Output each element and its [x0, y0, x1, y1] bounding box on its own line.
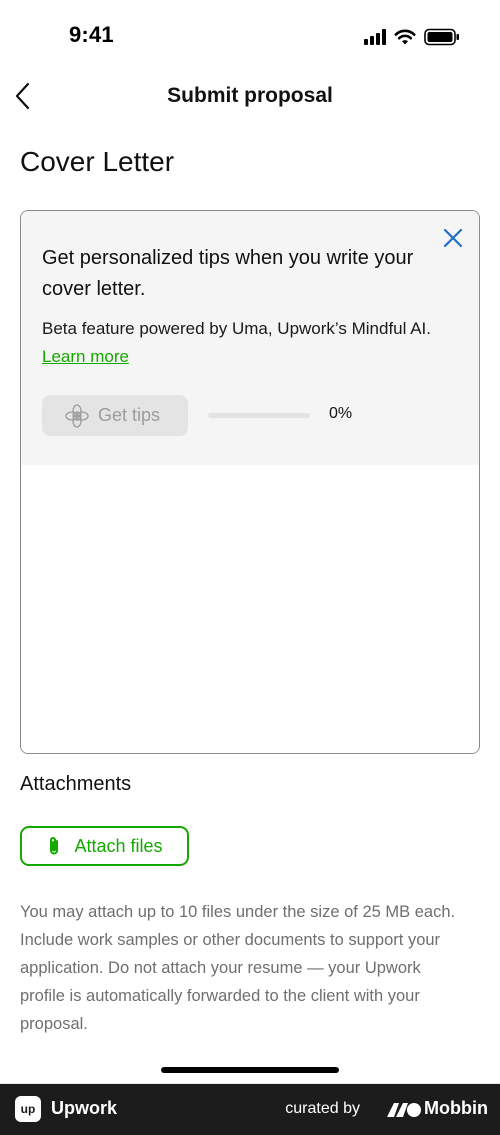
status-bar: 9:41 [0, 0, 500, 70]
tips-close-button[interactable] [441, 226, 465, 250]
sparkle-flower-icon [65, 403, 89, 428]
get-tips-button[interactable]: Get tips [42, 395, 188, 436]
tips-progress-label: 0% [329, 405, 353, 422]
attachments-heading: Attachments [20, 773, 132, 795]
tips-description-text: Beta feature powered by Uma, Upwork’s Mi… [42, 319, 431, 338]
cover-letter-heading: Cover Letter [20, 146, 175, 177]
battery-icon [424, 28, 459, 46]
close-icon [443, 228, 463, 248]
get-tips-label: Get tips [98, 405, 161, 425]
home-indicator [161, 1067, 339, 1073]
cover-letter-input[interactable] [21, 465, 479, 753]
tips-description: Beta feature powered by Uma, Upwork’s Mi… [42, 315, 442, 371]
mobbin-logo-icon [387, 1103, 421, 1117]
attachments-note: You may attach up to 10 files under the … [20, 903, 456, 1033]
attach-files-button[interactable]: Attach files [20, 826, 189, 866]
learn-more-link[interactable]: Learn more [42, 347, 129, 366]
upwork-logo-icon: up [15, 1096, 41, 1122]
tips-panel: Get personalized tips when you write you… [21, 211, 479, 465]
tips-title: Get personalized tips when you write you… [42, 247, 414, 300]
paperclip-icon [50, 837, 59, 855]
status-time: 9:41 [69, 22, 114, 47]
attach-files-label: Attach files [74, 835, 163, 856]
curated-by-label: curated by [285, 1100, 360, 1117]
app-name: Upwork [51, 1098, 118, 1118]
source-name: Mobbin [424, 1098, 488, 1118]
tips-progress-bar [208, 413, 310, 418]
cover-letter-box: Get personalized tips when you write you… [20, 210, 480, 754]
status-icons [364, 26, 460, 48]
branding-bar: up Upwork curated by Mobbin [0, 1084, 500, 1135]
nav-bar: Submit proposal [0, 70, 500, 124]
page-title: Submit proposal [167, 84, 333, 107]
cellular-signal-icon [364, 29, 386, 45]
wifi-icon [394, 29, 416, 45]
